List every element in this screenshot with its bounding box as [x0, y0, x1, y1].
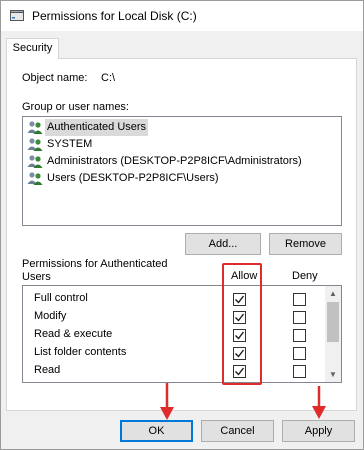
deny-checkbox[interactable]	[293, 365, 306, 378]
allow-checkbox[interactable]	[233, 293, 246, 306]
user-label: SYSTEM	[47, 138, 93, 150]
tab-security[interactable]: Security	[6, 38, 59, 59]
drive-icon	[10, 10, 24, 21]
user-list[interactable]: Authenticated Users SYSTEM Administrator…	[22, 116, 342, 226]
permission-name: Full control	[34, 292, 88, 304]
permission-row: Write	[34, 380, 324, 383]
deny-checkbox[interactable]	[293, 311, 306, 324]
permission-name: Read	[34, 364, 61, 376]
permission-row: Read & execute	[34, 326, 324, 344]
add-button[interactable]: Add...	[185, 233, 261, 255]
permission-name: Read & execute	[34, 328, 113, 340]
cancel-button[interactable]: Cancel	[201, 420, 274, 442]
list-item[interactable]: Administrators (DESKTOP-P2P8ICF\Administ…	[25, 153, 339, 170]
object-name-value: C:\	[101, 72, 116, 84]
object-name-label: Object name:	[22, 72, 88, 84]
remove-button[interactable]: Remove	[269, 233, 342, 255]
permission-row: List folder contents	[34, 344, 324, 362]
allow-checkbox[interactable]	[233, 365, 246, 378]
deny-checkbox[interactable]	[293, 293, 306, 306]
allow-column-header: Allow	[231, 270, 258, 282]
users-icon	[27, 138, 43, 151]
permissions-list: Full control Modify Read & execute List fol…	[22, 285, 342, 383]
user-label: Administrators (DESKTOP-P2P8ICF\Administ…	[47, 155, 302, 167]
deny-checkbox[interactable]	[293, 329, 306, 342]
permission-row: Read	[34, 362, 324, 380]
users-icon	[27, 172, 43, 185]
deny-checkbox[interactable]	[293, 347, 306, 360]
users-icon	[27, 121, 43, 134]
user-label: Authenticated Users	[45, 119, 149, 136]
scroll-up-icon[interactable]: ▲	[325, 286, 341, 301]
permission-name: List folder contents	[34, 346, 127, 358]
permissions-label: Permissions for Authenticated Users	[22, 258, 168, 283]
permission-row: Modify	[34, 308, 324, 326]
apply-button[interactable]: Apply	[282, 420, 355, 442]
allow-checkbox[interactable]	[233, 329, 246, 342]
scroll-down-icon[interactable]: ▼	[325, 367, 341, 382]
user-label: Users (DESKTOP-P2P8ICF\Users)	[47, 172, 219, 184]
permission-name: Write	[34, 382, 59, 383]
window-title: Permissions for Local Disk (C:)	[32, 9, 197, 23]
group-names-label: Group or user names:	[22, 101, 129, 113]
list-item[interactable]: Users (DESKTOP-P2P8ICF\Users)	[25, 170, 339, 187]
title-bar[interactable]: Permissions for Local Disk (C:)	[1, 1, 363, 31]
list-item[interactable]: SYSTEM	[25, 136, 339, 153]
users-icon	[27, 155, 43, 168]
deny-column-header: Deny	[292, 270, 318, 282]
allow-checkbox[interactable]	[233, 347, 246, 360]
permission-row: Full control	[34, 290, 324, 308]
scroll-thumb[interactable]	[327, 302, 339, 342]
ok-button[interactable]: OK	[120, 420, 193, 442]
list-item[interactable]: Authenticated Users	[25, 119, 339, 136]
allow-checkbox[interactable]	[233, 311, 246, 324]
permission-name: Modify	[34, 310, 67, 322]
